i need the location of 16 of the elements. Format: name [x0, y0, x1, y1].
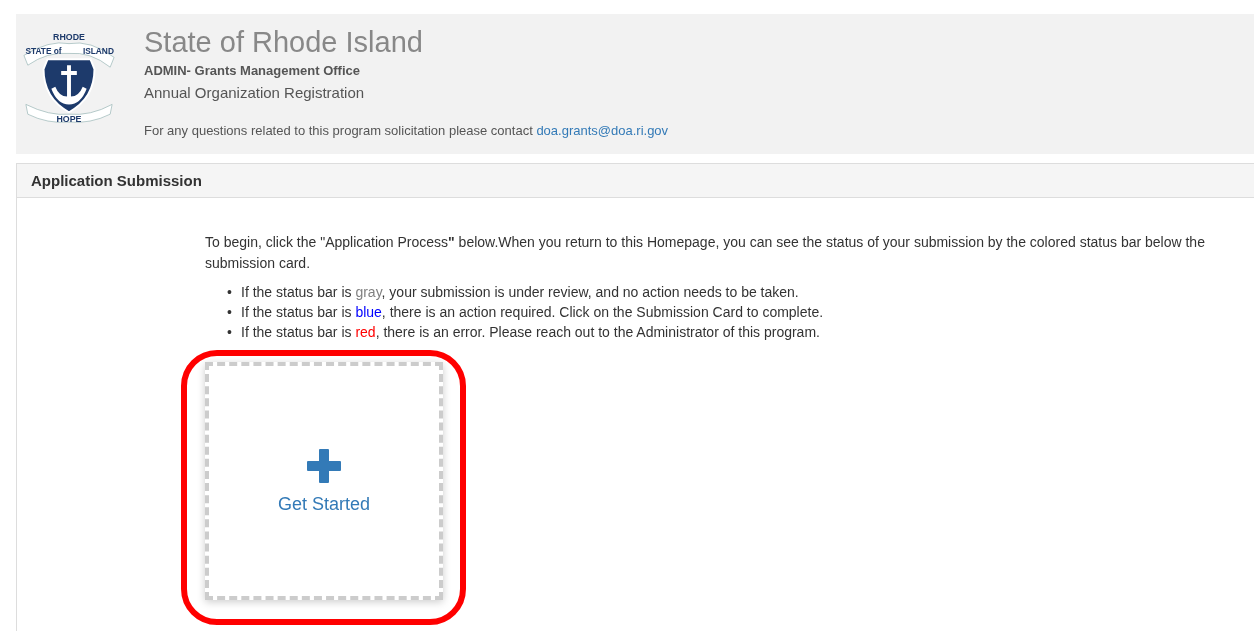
state-seal-drawing: RHODE STATE of ISLAND HOPE [20, 26, 118, 124]
status-bullet: If the status bar is gray, your submission is under review, and no action needs to be taken. [241, 283, 799, 302]
contact-text: For any questions related to this program solicitation please contact doa.grants@doa.ri.gov [144, 123, 669, 138]
email-link[interactable]: doa.grants@doa.ri.gov [536, 123, 669, 138]
plus-icon [306, 447, 342, 484]
bullet-marker: • [227, 323, 233, 342]
bullet-marker: • [227, 303, 233, 322]
get-started-card[interactable]: Get Started [205, 362, 443, 600]
bullet-marker: • [227, 283, 233, 302]
office-name: ADMIN- Grants Management Office [144, 63, 361, 78]
page-title: State of Rhode Island [144, 26, 424, 59]
program-name: Annual Organization Registration [144, 84, 366, 101]
status-bullet: If the status bar is red, there is an error. Please reach out to the Administrator of this program. [241, 323, 820, 342]
status-bullet: If the status bar is blue, there is an action required. Click on the Submission Card to complete. [241, 303, 824, 322]
panel-heading: Application Submission [17, 164, 1254, 198]
intro-text: To begin, click the "Application Process" below.When you return to this Homepage, you can see the status of your submission by the colored status bar below the submission card. [205, 233, 1206, 273]
